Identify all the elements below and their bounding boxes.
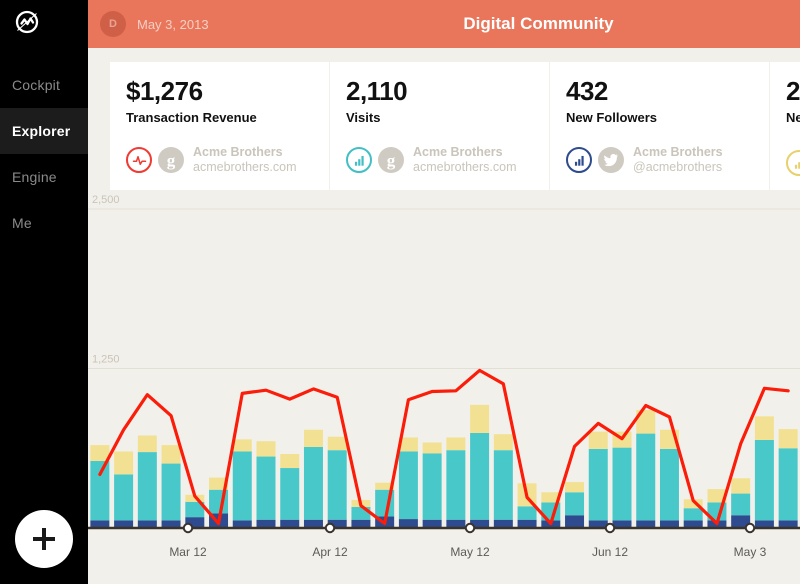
sidebar-item-label: Explorer <box>12 123 71 139</box>
sidebar-item-cockpit[interactable]: Cockpit <box>0 62 88 108</box>
google-icon: g <box>378 147 404 174</box>
stacked-bar-chart[interactable]: 2,500 1,250 Mar 12 Apr 12 May 12 Jun 12 May 3 <box>88 190 800 584</box>
account-name: Acme Brothers <box>193 144 283 159</box>
sidebar: Cockpit Explorer Engine Me <box>0 0 88 584</box>
svg-text:May 3: May 3 <box>734 545 767 559</box>
sidebar-item-label: Me <box>12 215 32 231</box>
bar-chart-icon <box>346 147 372 174</box>
stat-value: 2 <box>786 76 800 106</box>
stat-card-footer: g Acme Brothers acmebrothers.com <box>346 145 517 176</box>
account-info: Acme Brothers acmebrothers.com <box>413 145 517 176</box>
header-date: May 3, 2013 <box>137 16 209 32</box>
account-handle: acmebrothers.com <box>413 160 517 175</box>
stat-card-footer: g Acme Brothers acmebrothers.com <box>126 145 297 176</box>
svg-text:Jun 12: Jun 12 <box>592 545 628 559</box>
svg-text:Apr 12: Apr 12 <box>312 545 348 559</box>
main-content: D May 3, 2013 Digital Community $1,276 T… <box>88 0 800 584</box>
sidebar-item-engine[interactable]: Engine <box>0 154 88 200</box>
bar-chart-icon <box>566 147 592 174</box>
stat-card[interactable]: $1,276 Transaction Revenue g Acme Brothe… <box>110 62 329 190</box>
app-logo[interactable] <box>0 0 88 48</box>
stat-card-partial[interactable]: 2 Ne <box>770 62 800 190</box>
stat-value: $1,276 <box>126 76 203 106</box>
svg-text:1,250: 1,250 <box>92 354 120 366</box>
pulse-circle-logo-icon <box>12 7 42 42</box>
account-handle: acmebrothers.com <box>193 160 297 175</box>
stat-label: Transaction Revenue <box>126 110 257 125</box>
account-info: Acme Brothers @acmebrothers <box>633 145 723 176</box>
account-name: Acme Brothers <box>413 144 503 159</box>
bar-chart-icon <box>786 150 800 176</box>
sidebar-item-explorer[interactable]: Explorer <box>0 108 88 154</box>
account-name: Acme Brothers <box>633 144 723 159</box>
sidebar-item-label: Cockpit <box>12 77 61 93</box>
svg-text:Mar 12: Mar 12 <box>169 545 207 559</box>
account-handle: @acmebrothers <box>633 160 723 175</box>
stat-card[interactable]: 432 New Followers Acme Brothers @acmebro… <box>550 62 769 190</box>
stat-cards: $1,276 Transaction Revenue g Acme Brothe… <box>88 48 800 190</box>
stat-label: Visits <box>346 110 381 125</box>
sidebar-item-label: Engine <box>12 169 57 185</box>
stat-card-footer: Acme Brothers @acmebrothers <box>566 145 723 176</box>
app-root: Cockpit Explorer Engine Me D May 3, 2013… <box>0 0 800 584</box>
sidebar-item-me[interactable]: Me <box>0 200 88 246</box>
stat-label: Ne <box>786 110 800 125</box>
svg-text:May 12: May 12 <box>450 545 490 559</box>
stat-value: 2,110 <box>346 76 408 106</box>
stat-card-footer <box>786 150 800 176</box>
add-button[interactable] <box>15 510 73 568</box>
avatar-initial: D <box>109 18 117 30</box>
pulse-icon <box>126 147 152 174</box>
avatar[interactable]: D <box>100 11 126 37</box>
svg-text:2,500: 2,500 <box>92 194 120 206</box>
twitter-icon <box>598 147 624 174</box>
stat-card[interactable]: 2,110 Visits g Acme Brothers acmebrother… <box>330 62 549 190</box>
account-info: Acme Brothers acmebrothers.com <box>193 145 297 176</box>
stat-value: 432 <box>566 76 608 106</box>
plus-icon <box>33 528 55 550</box>
chart-canvas: 2,500 1,250 Mar 12 Apr 12 May 12 Jun 12 May 3 <box>88 190 800 584</box>
google-icon: g <box>158 147 184 174</box>
top-header: D May 3, 2013 Digital Community <box>88 0 800 48</box>
stat-label: New Followers <box>566 110 658 125</box>
sidebar-nav: Cockpit Explorer Engine Me <box>0 62 88 246</box>
